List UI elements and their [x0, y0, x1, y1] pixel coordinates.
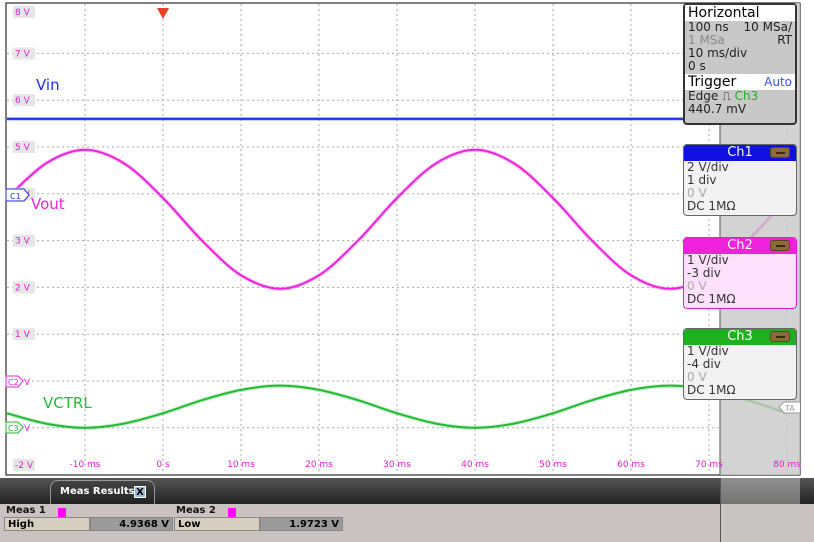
y-tick-label: 7 V [15, 49, 31, 59]
x-tick-label: 0 s [156, 460, 170, 470]
ch2-source-badge [228, 508, 236, 517]
trigger-level-marker[interactable]: TA [778, 401, 800, 414]
measurement-panel: Meas Results X Meas 1 Meas 2 High 4.9368 … [0, 478, 814, 542]
trigger-header[interactable]: Trigger Auto [685, 74, 795, 90]
trigger-mode: Auto [764, 75, 792, 89]
meas1-name[interactable]: High [4, 517, 90, 531]
x-tick-label: 80 ms [773, 460, 801, 470]
ch2-title: Ch2 [727, 238, 753, 253]
ch2-source-badge [58, 508, 66, 517]
y-tick-label: 1 V [15, 330, 31, 340]
ch3-coupling: DC 1MΩ [687, 383, 736, 397]
svg-text:TA: TA [784, 404, 795, 413]
y-tick-label: 3 V [15, 237, 31, 247]
plot-area [5, 2, 801, 476]
ch1-ground-marker[interactable]: C1 [5, 188, 30, 202]
ch1-toggle-button[interactable] [770, 147, 790, 158]
ch2-coupling: DC 1MΩ [687, 292, 736, 306]
x-tick-label: 60 ms [617, 460, 645, 470]
trigger-level: 440.7 mV [688, 102, 747, 116]
x-tick-label: 50 ms [539, 460, 567, 470]
x-tick-label: 20 ms [305, 460, 333, 470]
svg-text:C3: C3 [8, 424, 19, 433]
x-tick-label: 10 ms [227, 460, 255, 470]
x-tick-label: 70 ms [695, 460, 723, 470]
offscreen-region [720, 478, 800, 542]
y-tick-label: 2 V [15, 283, 31, 293]
meas2-label: Meas 2 [176, 505, 216, 516]
ch3-title: Ch3 [727, 329, 753, 344]
ch3-toggle-button[interactable] [770, 331, 790, 342]
label-vout: Vout [31, 195, 65, 213]
svg-text:C1: C1 [10, 192, 21, 201]
meas2-name[interactable]: Low [174, 517, 260, 531]
ch2-ground-marker[interactable]: C2 V [5, 375, 31, 388]
y-tick-label: 8 V [15, 8, 31, 18]
y-tick-label: 6 V [15, 96, 31, 106]
close-icon[interactable]: X [134, 486, 146, 498]
x-tick-label: -10 ms [69, 460, 100, 470]
y-tick-label: 5 V [15, 143, 31, 153]
meas-tab-bar: Meas Results X [0, 478, 814, 504]
x-tick-label: 30 ms [383, 460, 411, 470]
svg-text:C2: C2 [8, 378, 19, 387]
label-vin: Vin [36, 76, 60, 94]
ch2-panel[interactable]: Ch2 1 V/div -3 div 0 V DC 1MΩ [683, 237, 797, 309]
ch3-ground-marker[interactable]: C3 V [5, 421, 31, 434]
ch1-coupling: DC 1MΩ [687, 199, 736, 213]
acq-mode: RT [777, 33, 792, 47]
ch3-panel[interactable]: Ch3 1 V/div -4 div 0 V DC 1MΩ [683, 328, 797, 400]
ch2-toggle-button[interactable] [770, 240, 790, 251]
meas1-label: Meas 1 [6, 505, 46, 516]
horizontal-panel[interactable]: Horizontal 100 ns 10 MSa/ 1 MSa RT 10 ms/d… [683, 3, 797, 125]
ch1-title: Ch1 [727, 145, 753, 160]
ch1-panel[interactable]: Ch1 2 V/div 1 div 0 V DC 1MΩ [683, 144, 797, 216]
svg-text:V: V [24, 378, 31, 388]
label-vctrl: VCTRL [43, 394, 92, 412]
y-tick-label: -2 V [15, 461, 34, 471]
svg-text:V: V [24, 424, 31, 434]
tab-meas-results[interactable]: Meas Results X [50, 480, 155, 504]
x-tick-label: 40 ms [461, 460, 489, 470]
tab-label: Meas Results [60, 486, 135, 497]
trigger-title: Trigger [688, 74, 737, 90]
time-position: 0 s [688, 59, 706, 73]
meas2-value: 1.9723 V [260, 517, 343, 531]
horizontal-title: Horizontal [685, 5, 795, 21]
meas1-value: 4.9368 V [90, 517, 173, 531]
